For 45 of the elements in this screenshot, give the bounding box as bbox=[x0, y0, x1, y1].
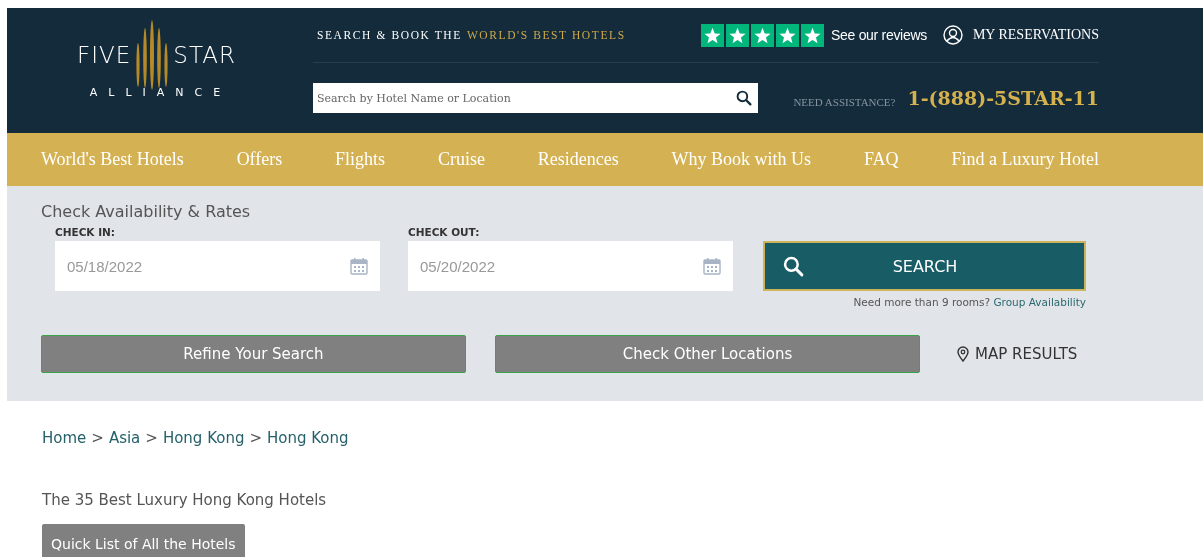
breadcrumb-link[interactable]: Asia bbox=[108, 429, 141, 447]
tagline-highlight: WORLD'S BEST HOTELS bbox=[466, 29, 626, 41]
nav-link[interactable]: World's Best Hotels bbox=[41, 149, 184, 170]
breadcrumb-separator: > bbox=[249, 429, 263, 447]
date-field[interactable]: 05/18/2022 bbox=[55, 241, 380, 291]
breadcrumb-link[interactable]: Hong Kong bbox=[267, 429, 349, 447]
nav-link[interactable]: Find a Luxury Hotel bbox=[951, 149, 1099, 170]
light-beams-drawing bbox=[135, 20, 170, 90]
map-results-link[interactable]: MAP RESULTS bbox=[957, 339, 1078, 369]
page-heading: The 35 Best Luxury Hong Kong Hotels bbox=[42, 491, 328, 509]
assistance-label: NEED ASSISTANCE? bbox=[793, 96, 896, 108]
breadcrumb-link[interactable]: Hong Kong bbox=[162, 429, 245, 447]
calendar-icon[interactable] bbox=[350, 257, 368, 275]
field-label: CHECK OUT: bbox=[408, 226, 481, 240]
breadcrumb-link[interactable]: Home bbox=[42, 429, 87, 447]
logo-text: STAR bbox=[173, 42, 236, 68]
phone-link[interactable]: 1-(888)-5STAR-11 bbox=[907, 87, 1099, 109]
nav-link[interactable]: Residences bbox=[537, 149, 619, 170]
user-icon bbox=[942, 25, 963, 45]
nav-link[interactable]: Cruise bbox=[437, 149, 485, 170]
nav-link[interactable]: Flights bbox=[335, 149, 386, 170]
date-field[interactable]: 05/20/2022 bbox=[408, 241, 733, 291]
search-button[interactable]: SEARCH bbox=[763, 241, 1086, 291]
map-pin-icon bbox=[957, 346, 969, 362]
search-icon bbox=[736, 90, 752, 106]
nav-link[interactable]: FAQ bbox=[863, 149, 899, 170]
nav-link[interactable]: Why Book with Us bbox=[671, 149, 812, 170]
action-button[interactable]: Refine Your Search bbox=[41, 335, 466, 373]
group-availability-link[interactable]: Group Availability bbox=[993, 296, 1086, 308]
group-note: Need more than 9 rooms? Group Availability bbox=[853, 296, 1086, 308]
nav-link[interactable]: Offers bbox=[236, 149, 283, 170]
logo-text: FIVE bbox=[77, 42, 132, 68]
logo-subtitle: ALLIANCE bbox=[88, 86, 232, 99]
action-button[interactable]: Check Other Locations bbox=[495, 335, 920, 373]
search-icon bbox=[783, 255, 804, 277]
reviews-link[interactable]: See our reviews bbox=[831, 27, 927, 43]
section-title: Check Availability & Rates bbox=[41, 202, 252, 221]
breadcrumb-separator: > bbox=[91, 429, 104, 447]
reservations-link[interactable]: MY RESERVATIONS bbox=[942, 25, 1099, 45]
calendar-icon[interactable] bbox=[703, 257, 721, 275]
field-label: CHECK IN: bbox=[55, 226, 117, 240]
tagline-text: SEARCH & BOOK THE bbox=[317, 29, 462, 41]
quick-list-button[interactable]: Quick List of All the Hotels bbox=[42, 524, 245, 557]
hotel-search-field[interactable]: Search by Hotel Name or Location bbox=[313, 83, 758, 113]
breadcrumb-separator: > bbox=[145, 429, 158, 447]
